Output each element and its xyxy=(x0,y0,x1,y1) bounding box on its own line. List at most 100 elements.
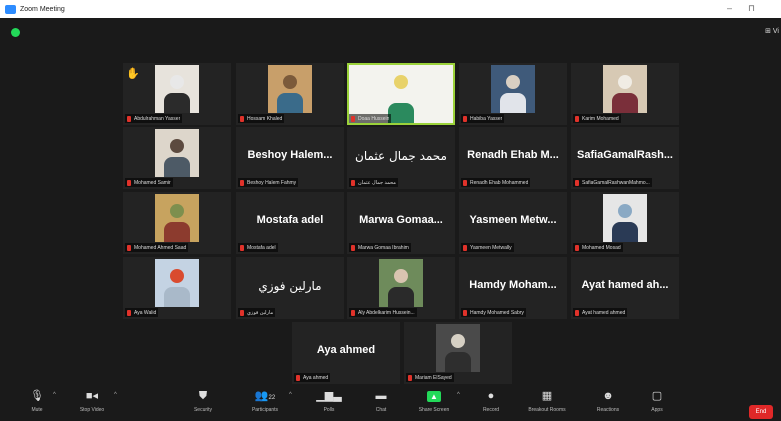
participant-display-name: Marwa Gomaa... xyxy=(359,214,443,226)
record-button[interactable]: ● Record xyxy=(466,389,516,413)
end-meeting-button[interactable]: End xyxy=(749,405,773,419)
apps-label: Apps xyxy=(651,407,663,413)
participant-display-name: Renadh Ehab M... xyxy=(467,149,559,161)
polls-icon: ▁▆▃ xyxy=(316,390,342,402)
participant-name: Aya ahmed xyxy=(303,374,329,381)
muted-mic-icon xyxy=(463,115,467,122)
participant-name-tag: Mariam ElSayed xyxy=(406,373,454,382)
participant-video xyxy=(268,65,312,113)
muted-mic-icon xyxy=(575,115,579,122)
participant-display-name: SafiaGamalRash... xyxy=(577,149,673,161)
participant-name: Beshoy Halem Fahmy xyxy=(247,179,297,186)
participant-tile[interactable]: Mohamed Samir xyxy=(123,127,231,189)
participant-name: Yasmeen Metwally xyxy=(470,244,512,251)
security-label: Security xyxy=(193,407,213,413)
muted-mic-icon xyxy=(127,244,131,251)
participant-name: Ayat hamed ahmed xyxy=(582,309,626,316)
participant-tile[interactable]: Aly Abdelkarim Hussein... xyxy=(347,257,455,319)
security-button[interactable]: ⛊ Security xyxy=(178,389,228,413)
participant-video xyxy=(155,129,199,177)
chat-icon: ▬ xyxy=(375,390,387,402)
muted-mic-icon xyxy=(408,374,412,381)
raised-hand-icon: ✋ xyxy=(126,68,140,80)
participant-tile[interactable]: SafiaGamalRash... SafiaGamalRashwanMahmo.… xyxy=(571,127,679,189)
video-options-caret[interactable]: ^ xyxy=(114,392,117,398)
participant-name: Habiba Yasser xyxy=(470,115,503,122)
participant-tile[interactable]: Doaa Hussein xyxy=(347,63,455,125)
participant-name-tag: Hamdy Mohamed Sabry xyxy=(461,308,526,317)
participants-label: Participants xyxy=(251,407,279,413)
participant-tile[interactable]: Karim Mohamed xyxy=(571,63,679,125)
polls-button[interactable]: ▁▆▃ Polls xyxy=(304,389,354,413)
participant-display-name: مارلين فوزي xyxy=(258,279,322,293)
participant-tile[interactable]: Habiba Yasser xyxy=(459,63,567,125)
muted-mic-icon xyxy=(127,309,131,316)
participant-name-tag: Hossam Khaled xyxy=(238,114,285,123)
breakout-rooms-button[interactable]: ▦ Breakout Rooms xyxy=(522,389,572,413)
participant-tile[interactable]: Yasmeen Metw... Yasmeen Metwally xyxy=(459,192,567,254)
muted-mic-icon xyxy=(127,115,131,122)
encryption-shield-icon[interactable] xyxy=(11,28,20,37)
participant-name: Renadh Ehab Mohammed xyxy=(470,179,529,186)
window-title: Zoom Meeting xyxy=(20,5,65,13)
stop-video-label: Stop Video xyxy=(79,407,105,413)
participants-options-caret[interactable]: ^ xyxy=(289,392,292,398)
stop-video-button[interactable]: ■◂ Stop Video xyxy=(67,389,117,413)
muted-mic-icon xyxy=(351,115,355,122)
muted-mic-icon xyxy=(575,244,579,251)
meeting-toolbar: 🎙 Mute ^ ■◂ Stop Video ^ ⛊ Security 👥22 … xyxy=(0,386,781,421)
participant-tile[interactable]: Marwa Gomaa... Marwa Gomaa Ibrahim xyxy=(347,192,455,254)
participant-tile[interactable]: Mohamed Ahmed Saad xyxy=(123,192,231,254)
participant-name-tag: Mostafa adel xyxy=(238,243,278,252)
participant-tile[interactable]: Hamdy Moham... Hamdy Mohamed Sabry xyxy=(459,257,567,319)
participant-tile[interactable]: محمد جمال عثمان محمد جمال عثمان xyxy=(347,127,455,189)
muted-mic-icon xyxy=(296,374,300,381)
participant-name-tag: Doaa Hussein xyxy=(349,114,392,123)
participant-name: Aly Abdelkarim Hussein... xyxy=(358,309,415,316)
participant-name-tag: Yasmeen Metwally xyxy=(461,243,514,252)
participant-name: Doaa Hussein xyxy=(358,115,390,122)
muted-mic-icon xyxy=(575,309,579,316)
participant-name-tag: Beshoy Halem Fahmy xyxy=(238,178,299,187)
share-screen-button[interactable]: ▲ Share Screen xyxy=(409,389,459,413)
participant-tile[interactable]: Aya Walid xyxy=(123,257,231,319)
apps-button[interactable]: ▢ Apps xyxy=(632,389,682,413)
participant-name-tag: Aya ahmed xyxy=(294,373,331,382)
minimize-button[interactable]: – xyxy=(727,3,732,13)
participant-tile[interactable]: Hossam Khaled xyxy=(236,63,344,125)
mute-label: Mute xyxy=(31,407,43,413)
view-button[interactable]: ⊞ Vi xyxy=(765,27,779,35)
record-label: Record xyxy=(482,407,500,413)
muted-mic-icon xyxy=(240,309,244,316)
participant-tile[interactable]: مارلين فوزي مارلين فوزي xyxy=(236,257,344,319)
chat-button[interactable]: ▬ Chat xyxy=(356,389,406,413)
participant-name-tag: Marwa Gomaa Ibrahim xyxy=(349,243,411,252)
breakout-rooms-label: Breakout Rooms xyxy=(528,407,566,413)
muted-mic-icon xyxy=(463,179,467,186)
participant-video xyxy=(155,65,199,113)
participant-display-name: محمد جمال عثمان xyxy=(355,149,447,163)
maximize-button[interactable]: ⊓ xyxy=(748,3,755,14)
participants-button[interactable]: 👥22 Participants xyxy=(240,389,290,413)
participant-tile[interactable]: Mariam ElSayed xyxy=(404,322,512,384)
participant-name: Abdulrahman Yasser xyxy=(134,115,181,122)
participant-tile[interactable]: ✋ Abdulrahman Yasser xyxy=(123,63,231,125)
participant-tile[interactable]: Renadh Ehab M... Renadh Ehab Mohammed xyxy=(459,127,567,189)
muted-mic-icon xyxy=(351,179,355,186)
participant-tile[interactable]: Beshoy Halem... Beshoy Halem Fahmy xyxy=(236,127,344,189)
audio-options-caret[interactable]: ^ xyxy=(53,392,56,398)
participant-display-name: Hamdy Moham... xyxy=(469,279,557,291)
participant-tile[interactable]: Mohamed Mosad xyxy=(571,192,679,254)
participant-display-name: Beshoy Halem... xyxy=(247,149,333,161)
participant-tile[interactable]: Aya ahmed Aya ahmed xyxy=(292,322,400,384)
participant-tile[interactable]: Mostafa adel Mostafa adel xyxy=(236,192,344,254)
reactions-button[interactable]: ☻ Reactions xyxy=(583,389,633,413)
participant-display-name: Ayat hamed ah... xyxy=(581,279,669,291)
participant-name: مارلين فوزي xyxy=(247,309,274,316)
share-options-caret[interactable]: ^ xyxy=(457,392,460,398)
participant-name-tag: SafiaGamalRashwanMahmo... xyxy=(573,178,652,187)
participant-tile[interactable]: Ayat hamed ah... Ayat hamed ahmed xyxy=(571,257,679,319)
participant-name-tag: محمد جمال عثمان xyxy=(349,178,398,187)
participant-name: Aya Walid xyxy=(134,309,157,316)
share-screen-label: Share Screen xyxy=(418,407,450,413)
